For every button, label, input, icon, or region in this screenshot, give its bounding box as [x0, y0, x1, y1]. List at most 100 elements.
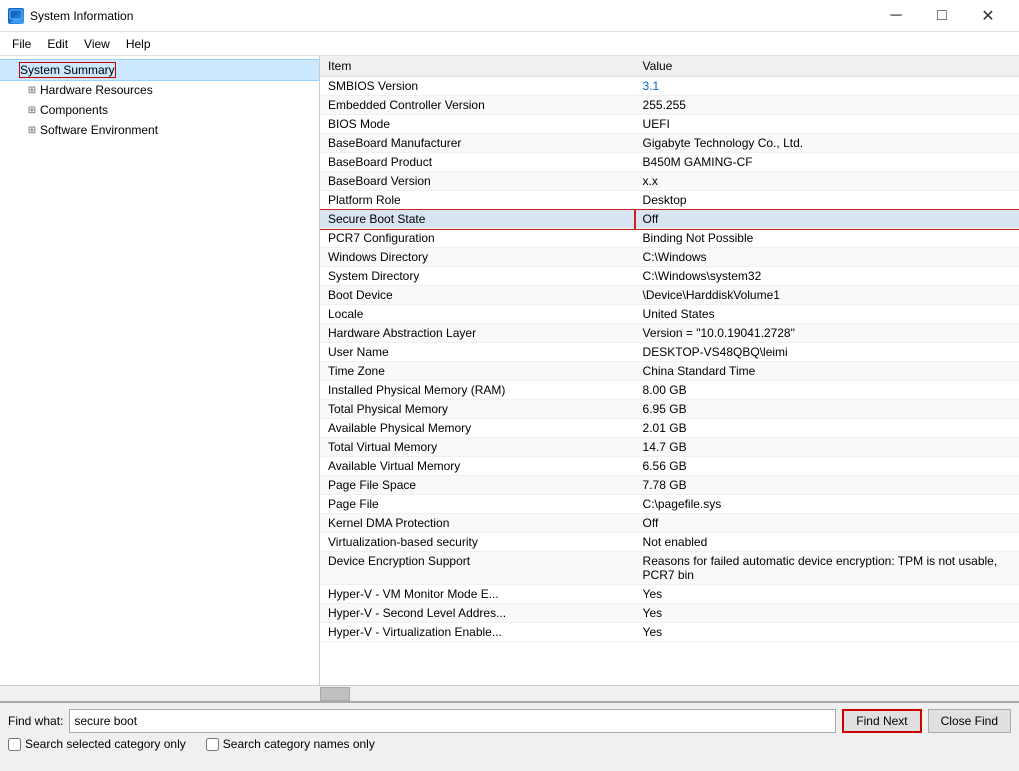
- find-bar: Find what: Find Next Close Find Search s…: [0, 701, 1019, 757]
- table-cell-item: PCR7 Configuration: [320, 229, 635, 248]
- table-cell-value: Yes: [635, 585, 1019, 604]
- table-cell-value: Off: [635, 514, 1019, 533]
- table-cell-item: Secure Boot State: [320, 210, 635, 229]
- app-icon: [8, 8, 24, 24]
- table-row: Virtualization-based securityNot enabled: [320, 533, 1019, 552]
- tree-item-hardware-resources[interactable]: ⊞ Hardware Resources: [20, 80, 319, 100]
- table-row: Page FileC:\pagefile.sys: [320, 495, 1019, 514]
- table-cell-item: User Name: [320, 343, 635, 362]
- menu-edit[interactable]: Edit: [39, 33, 76, 55]
- table-cell-item: Hardware Abstraction Layer: [320, 324, 635, 343]
- tree-item-system-summary[interactable]: System Summary: [0, 60, 319, 80]
- tree-item-components[interactable]: ⊞ Components: [20, 100, 319, 120]
- table-cell-value: C:\Windows: [635, 248, 1019, 267]
- table-row: Secure Boot StateOff: [320, 210, 1019, 229]
- table-row: BaseBoard ManufacturerGigabyte Technolog…: [320, 134, 1019, 153]
- table-cell-value: C:\pagefile.sys: [635, 495, 1019, 514]
- restore-button[interactable]: □: [919, 0, 965, 32]
- system-summary-label: System Summary: [20, 63, 115, 77]
- find-what-label: Find what:: [8, 714, 63, 728]
- table-cell-value: 2.01 GB: [635, 419, 1019, 438]
- table-row: Hyper-V - Virtualization Enable...Yes: [320, 623, 1019, 642]
- find-next-button[interactable]: Find Next: [842, 709, 921, 733]
- table-cell-value: 8.00 GB: [635, 381, 1019, 400]
- table-row: Hyper-V - Second Level Addres...Yes: [320, 604, 1019, 623]
- table-cell-value: Desktop: [635, 191, 1019, 210]
- table-row: SMBIOS Version3.1: [320, 77, 1019, 96]
- table-cell-value: B450M GAMING-CF: [635, 153, 1019, 172]
- table-cell-item: Hyper-V - Second Level Addres...: [320, 604, 635, 623]
- table-cell-item: BaseBoard Product: [320, 153, 635, 172]
- table-row: Boot Device\Device\HarddiskVolume1: [320, 286, 1019, 305]
- table-cell-item: Available Virtual Memory: [320, 457, 635, 476]
- table-row: Kernel DMA ProtectionOff: [320, 514, 1019, 533]
- table-cell-item: BaseBoard Version: [320, 172, 635, 191]
- table-cell-item: Virtualization-based security: [320, 533, 635, 552]
- table-cell-item: Hyper-V - Virtualization Enable...: [320, 623, 635, 642]
- window-title: System Information: [30, 9, 873, 23]
- search-names-label: Search category names only: [223, 737, 375, 751]
- table-cell-item: Time Zone: [320, 362, 635, 381]
- search-selected-checkbox-label[interactable]: Search selected category only: [8, 737, 186, 751]
- horizontal-scrollbar[interactable]: [0, 685, 1019, 701]
- table-row: Windows DirectoryC:\Windows: [320, 248, 1019, 267]
- expand-system-summary: [4, 62, 20, 78]
- menu-view[interactable]: View: [76, 33, 118, 55]
- search-names-checkbox-label[interactable]: Search category names only: [206, 737, 375, 751]
- menu-bar: File Edit View Help: [0, 32, 1019, 56]
- table-row: Time ZoneChina Standard Time: [320, 362, 1019, 381]
- table-row: PCR7 ConfigurationBinding Not Possible: [320, 229, 1019, 248]
- minimize-button[interactable]: ─: [873, 0, 919, 32]
- table-cell-item: Page File Space: [320, 476, 635, 495]
- checkbox-row: Search selected category only Search cat…: [8, 737, 1011, 751]
- table-row: System DirectoryC:\Windows\system32: [320, 267, 1019, 286]
- table-cell-value: x.x: [635, 172, 1019, 191]
- table-row: Available Virtual Memory6.56 GB: [320, 457, 1019, 476]
- close-button[interactable]: ✕: [965, 0, 1011, 32]
- table-cell-value: Yes: [635, 623, 1019, 642]
- search-names-checkbox[interactable]: [206, 738, 219, 751]
- table-cell-value: Not enabled: [635, 533, 1019, 552]
- table-row: BIOS ModeUEFI: [320, 115, 1019, 134]
- table-cell-value: Binding Not Possible: [635, 229, 1019, 248]
- table-cell-value: UEFI: [635, 115, 1019, 134]
- hardware-resources-label: Hardware Resources: [40, 83, 153, 97]
- table-cell-item: BIOS Mode: [320, 115, 635, 134]
- menu-file[interactable]: File: [4, 33, 39, 55]
- expand-components[interactable]: ⊞: [24, 102, 40, 118]
- table-cell-value: 14.7 GB: [635, 438, 1019, 457]
- table-cell-item: Total Physical Memory: [320, 400, 635, 419]
- expand-software[interactable]: ⊞: [24, 122, 40, 138]
- table-row: LocaleUnited States: [320, 305, 1019, 324]
- table-row: Embedded Controller Version255.255: [320, 96, 1019, 115]
- right-panel: Item Value SMBIOS Version3.1Embedded Con…: [320, 56, 1019, 685]
- table-row: Hyper-V - VM Monitor Mode E...Yes: [320, 585, 1019, 604]
- expand-hardware[interactable]: ⊞: [24, 82, 40, 98]
- table-cell-item: Windows Directory: [320, 248, 635, 267]
- table-cell-value: 6.95 GB: [635, 400, 1019, 419]
- search-selected-checkbox[interactable]: [8, 738, 21, 751]
- window-controls: ─ □ ✕: [873, 0, 1011, 32]
- table-row: Page File Space7.78 GB: [320, 476, 1019, 495]
- table-cell-item: Device Encryption Support: [320, 552, 635, 585]
- table-cell-item: Available Physical Memory: [320, 419, 635, 438]
- table-row: Available Physical Memory2.01 GB: [320, 419, 1019, 438]
- table-cell-item: Boot Device: [320, 286, 635, 305]
- table-cell-value: DESKTOP-VS48QBQ\leimi: [635, 343, 1019, 362]
- tree-item-software-environment[interactable]: ⊞ Software Environment: [20, 120, 319, 140]
- table-cell-item: Kernel DMA Protection: [320, 514, 635, 533]
- table-cell-item: System Directory: [320, 267, 635, 286]
- close-find-button[interactable]: Close Find: [928, 709, 1011, 733]
- menu-help[interactable]: Help: [118, 33, 159, 55]
- table-cell-item: Total Virtual Memory: [320, 438, 635, 457]
- table-cell-value: 7.78 GB: [635, 476, 1019, 495]
- table-row: Total Physical Memory6.95 GB: [320, 400, 1019, 419]
- table-row: Total Virtual Memory14.7 GB: [320, 438, 1019, 457]
- table-cell-item: Installed Physical Memory (RAM): [320, 381, 635, 400]
- table-cell-value: China Standard Time: [635, 362, 1019, 381]
- find-input[interactable]: [69, 709, 836, 733]
- table-cell-item: SMBIOS Version: [320, 77, 635, 96]
- table-row: Device Encryption SupportReasons for fai…: [320, 552, 1019, 585]
- col-item: Item: [320, 56, 635, 77]
- main-area: System Summary ⊞ Hardware Resources ⊞ Co…: [0, 56, 1019, 685]
